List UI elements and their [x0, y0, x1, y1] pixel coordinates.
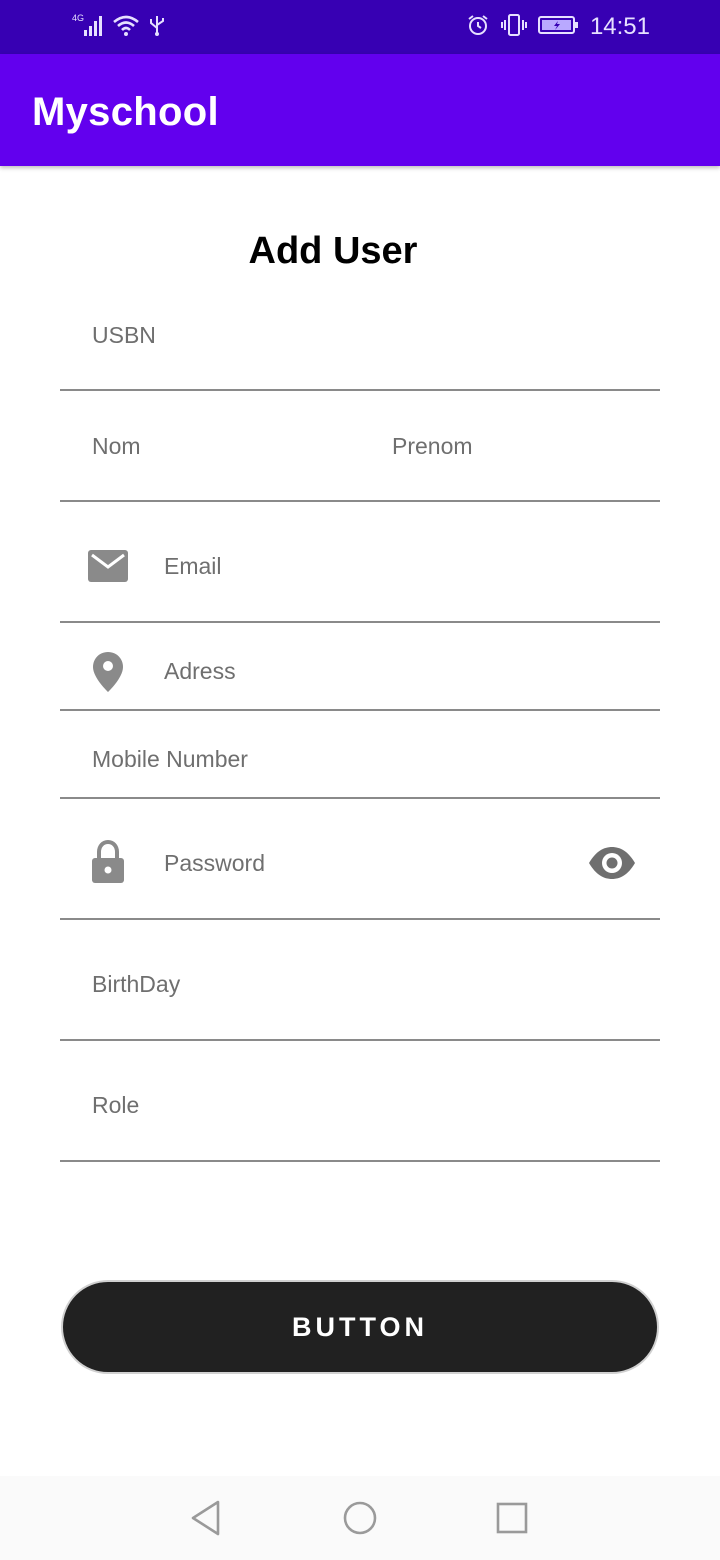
navigation-bar: [0, 1476, 720, 1560]
mobile-number-hint: Mobile Number: [92, 746, 248, 772]
usbn-field[interactable]: USBN: [60, 298, 660, 391]
usbn-hint: USBN: [92, 322, 156, 348]
birthday-hint: BirthDay: [92, 971, 181, 997]
usb-icon: [148, 13, 166, 42]
recents-icon[interactable]: [490, 1496, 534, 1540]
back-icon[interactable]: [184, 1496, 228, 1540]
nom-hint: Nom: [92, 433, 141, 459]
submit-button[interactable]: BUTTON: [61, 1280, 659, 1374]
signal-icon: 4G: [70, 12, 104, 43]
adress-field[interactable]: Adress: [60, 634, 660, 711]
home-icon[interactable]: [338, 1496, 382, 1540]
prenom-hint: Prenom: [392, 433, 473, 459]
nom-field[interactable]: Nom: [60, 409, 360, 500]
vibrate-icon: [500, 13, 528, 42]
status-bar: 4G 14:51: [0, 0, 720, 54]
email-icon: [87, 548, 129, 589]
prenom-field[interactable]: Prenom: [360, 409, 660, 500]
email-hint: Email: [164, 553, 222, 579]
adress-hint: Adress: [164, 658, 236, 684]
status-time: 14:51: [589, 13, 650, 40]
password-field[interactable]: Password: [60, 816, 660, 920]
eye-icon: [589, 847, 635, 879]
status-bar-right: 14:51: [466, 12, 650, 42]
birthday-field[interactable]: BirthDay: [60, 938, 660, 1041]
location-pin-icon: [92, 651, 124, 698]
battery-charging-icon: [537, 14, 580, 41]
role-field[interactable]: Role: [60, 1059, 660, 1162]
lock-icon: [91, 839, 125, 889]
mobile-number-field[interactable]: Mobile Number: [60, 720, 660, 799]
email-field[interactable]: Email: [60, 520, 660, 623]
app-bar: Myschool: [0, 54, 720, 166]
status-bar-left: 4G: [70, 12, 166, 43]
svg-text:4G: 4G: [72, 13, 84, 23]
name-row: Nom Prenom: [60, 409, 660, 502]
alarm-icon: [466, 13, 490, 42]
submit-button-label: BUTTON: [292, 1311, 428, 1342]
password-hint: Password: [164, 850, 265, 876]
password-visibility-toggle[interactable]: [588, 846, 636, 885]
role-hint: Role: [92, 1092, 140, 1118]
page-title: Add User: [248, 230, 418, 272]
app-title: Myschool: [32, 90, 219, 134]
wifi-icon: [112, 13, 140, 42]
